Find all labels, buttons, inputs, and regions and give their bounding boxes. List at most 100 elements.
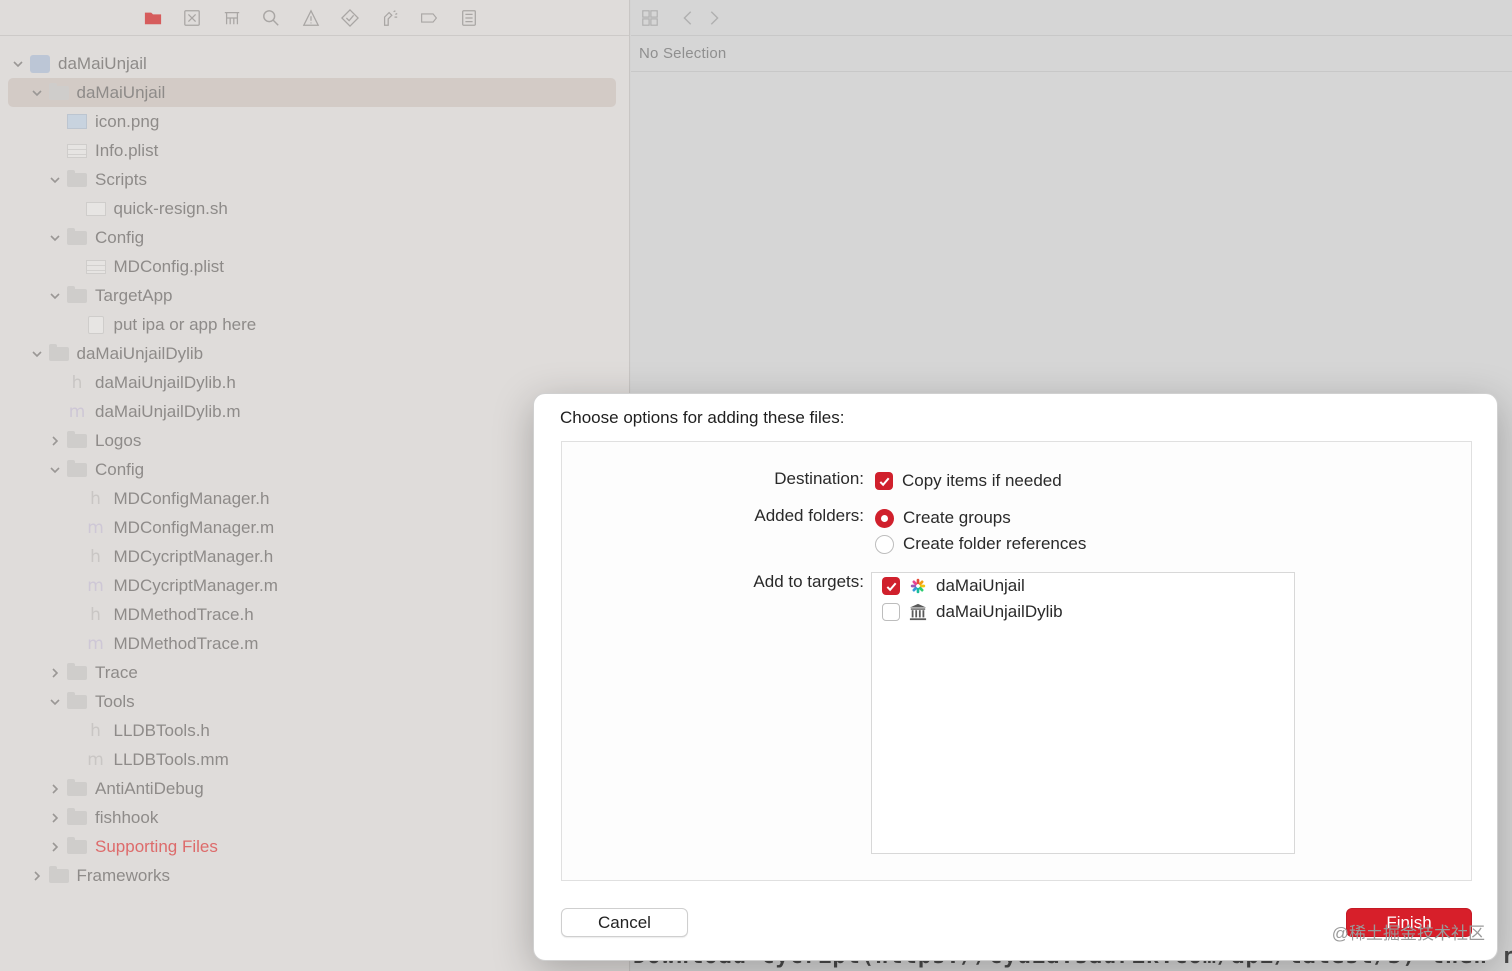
breakpoints-icon[interactable] (419, 8, 439, 28)
copy-items-label: Copy items if needed (902, 471, 1062, 490)
tree-row[interactable]: TargetApp (0, 281, 630, 310)
radio-unselected-icon (875, 534, 894, 554)
tree-row-label: daMaiUnjailDylib.m (95, 401, 241, 421)
tree-row[interactable]: put ipa or app here (0, 310, 630, 339)
no-selection-label: No Selection (639, 45, 727, 62)
tree-row-label: daMaiUnjailDylib.h (95, 372, 236, 392)
tree-row-label: daMaiUnjail (58, 53, 147, 73)
tree-row-label: Scripts (95, 169, 147, 189)
app-icon (908, 576, 928, 596)
chevron-right-icon[interactable] (48, 666, 62, 680)
folder-icon (48, 865, 69, 884)
tree-row[interactable]: Config (0, 223, 630, 252)
tree-row-label: Supporting Files (95, 836, 218, 856)
chevron-down-icon[interactable] (30, 86, 44, 100)
checkbox-checked-icon[interactable] (882, 577, 900, 595)
forward-chevron-icon[interactable] (704, 8, 724, 28)
chevron-right-icon[interactable] (48, 782, 62, 796)
objc-file-icon: m (87, 517, 104, 538)
checkbox-unchecked-icon[interactable] (882, 603, 900, 621)
tree-row[interactable]: daMaiUnjailDylib (0, 339, 630, 368)
folder-icon (67, 778, 87, 797)
tree-row-label: Info.plist (95, 140, 159, 160)
create-folder-references-radio[interactable]: Create folder references (875, 534, 1086, 554)
symbols-icon[interactable] (222, 8, 242, 28)
target-damaiunjaildylib[interactable]: daMaiUnjailDylib (882, 602, 1063, 622)
create-folder-references-label: Create folder references (903, 534, 1087, 553)
folder-icon[interactable] (143, 8, 163, 28)
tree-row[interactable]: h daMaiUnjailDylib.h (0, 368, 630, 397)
tree-row-label: Frameworks (76, 865, 171, 885)
plist-file-icon (67, 143, 87, 159)
chevron-down-icon[interactable] (48, 231, 62, 245)
tree-row[interactable]: daMaiUnjail (0, 78, 630, 107)
chevron-down-icon[interactable] (11, 57, 25, 71)
chevron-down-icon[interactable] (30, 347, 44, 361)
tree-row-label: Logos (95, 430, 142, 450)
copy-items-checkbox[interactable]: Copy items if needed (875, 471, 1062, 491)
add-files-dialog: Choose options for adding these files: D… (533, 393, 1498, 961)
tests-icon[interactable] (340, 8, 360, 28)
chevron-right-icon[interactable] (30, 869, 44, 883)
tree-row-label: Trace (95, 662, 138, 682)
folder-icon (67, 836, 87, 855)
cancel-button[interactable]: Cancel (561, 908, 688, 937)
create-groups-label: Create groups (903, 508, 1011, 527)
checkbox-checked-icon (875, 472, 893, 490)
target-label: daMaiUnjail (936, 576, 1025, 595)
script-file-icon (85, 201, 106, 217)
chevron-down-icon[interactable] (48, 463, 62, 477)
library-icon (908, 602, 928, 622)
chevron-right-icon[interactable] (48, 840, 62, 854)
tree-row-label: MDMethodTrace.m (113, 633, 259, 653)
tree-row-label: MDConfig.plist (113, 256, 225, 276)
tree-row[interactable]: daMaiUnjail (0, 49, 630, 78)
tree-row[interactable]: Scripts (0, 165, 630, 194)
header-file-icon: h (90, 720, 101, 741)
grid-icon[interactable] (640, 8, 660, 28)
header-file-icon: h (90, 604, 101, 625)
report-icon[interactable] (459, 8, 479, 28)
chevron-right-icon[interactable] (48, 434, 62, 448)
tree-row-label: fishhook (95, 807, 159, 827)
source-control-icon[interactable] (182, 8, 202, 28)
tree-row[interactable]: icon.png (0, 107, 630, 136)
navigator-toolbar (0, 0, 629, 36)
tree-row-label: MDCycriptManager.h (113, 546, 274, 566)
target-damaiunjail[interactable]: daMaiUnjail (882, 576, 1025, 596)
chevron-down-icon[interactable] (48, 173, 62, 187)
folder-icon (67, 169, 87, 188)
tree-row-label: Config (95, 459, 145, 479)
tree-row-label: MDCycriptManager.m (113, 575, 278, 595)
tree-row-label: daMaiUnjailDylib (76, 343, 204, 363)
folder-icon (67, 807, 87, 826)
tree-row-label: quick-resign.sh (113, 198, 228, 218)
tree-row[interactable]: MDConfig.plist (0, 252, 630, 281)
target-label: daMaiUnjailDylib (936, 602, 1063, 621)
issues-icon[interactable] (301, 8, 321, 28)
tree-row-label: icon.png (95, 111, 160, 131)
folder-icon (67, 430, 87, 449)
tree-row-label: TargetApp (95, 285, 173, 305)
tree-row-label: LLDBTools.mm (113, 749, 229, 769)
objc-file-icon: m (87, 633, 104, 654)
tree-row[interactable]: quick-resign.sh (0, 194, 630, 223)
jump-bar: No Selection (631, 36, 1512, 72)
folder-icon (67, 662, 87, 681)
folder-icon (48, 82, 69, 101)
image-file-icon (67, 114, 87, 130)
chevron-down-icon[interactable] (48, 289, 62, 303)
tree-row-label: MDMethodTrace.h (113, 604, 254, 624)
header-file-icon: h (71, 372, 83, 393)
folder-icon (67, 459, 87, 478)
add-to-targets-label: Add to targets: (753, 572, 864, 591)
chevron-down-icon[interactable] (48, 695, 62, 709)
chevron-right-icon[interactable] (48, 811, 62, 825)
back-chevron-icon[interactable] (678, 8, 698, 28)
debug-icon[interactable] (380, 8, 400, 28)
create-groups-radio[interactable]: Create groups (875, 508, 1011, 528)
tree-row[interactable]: Info.plist (0, 136, 630, 165)
find-icon[interactable] (261, 8, 281, 28)
project-icon (30, 54, 50, 73)
tree-row-label: AntiAntiDebug (95, 778, 204, 798)
